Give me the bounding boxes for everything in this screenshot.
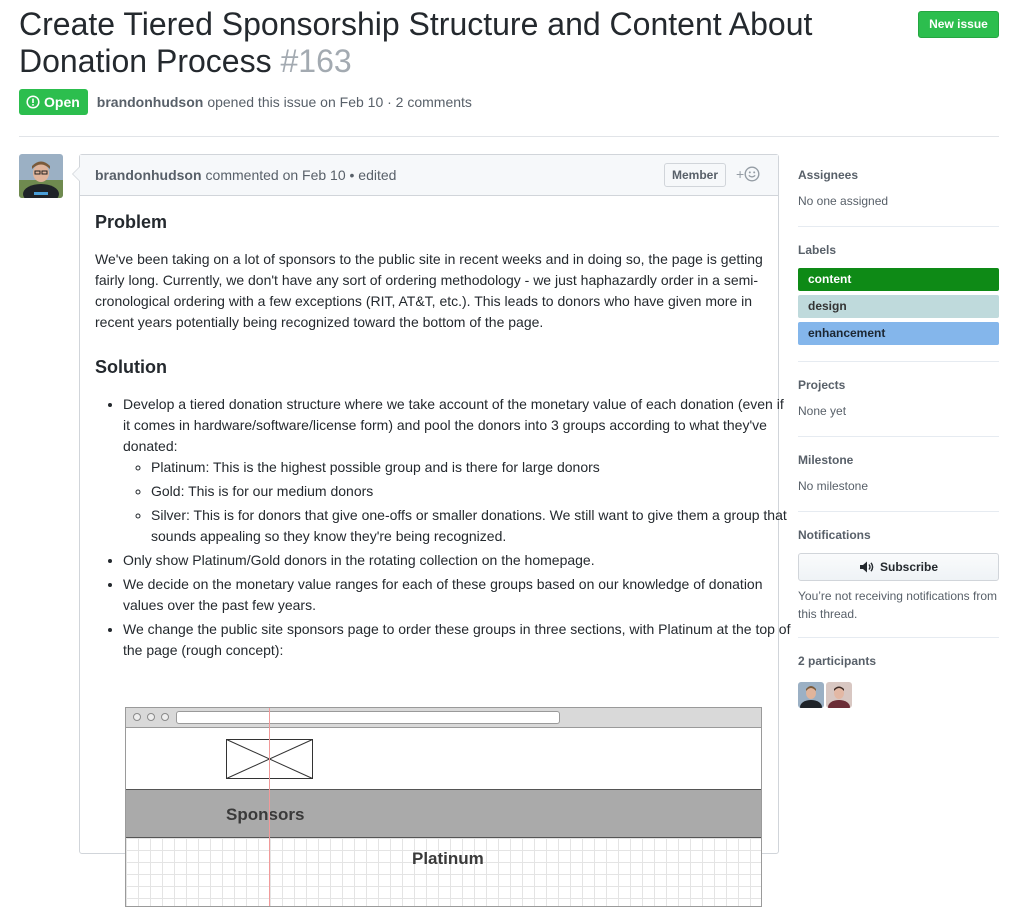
participants-section: 2 participants (798, 654, 999, 668)
reaction-plus: + (736, 166, 745, 182)
subscribe-button[interactable]: Subscribe (798, 553, 999, 581)
notifications-note: You’re not receiving notifications from … (798, 589, 997, 621)
smiley-icon (744, 166, 760, 182)
labels-section: Labels (798, 243, 999, 257)
label-content[interactable]: content (798, 268, 999, 291)
list-item: Develop a tiered donation structure wher… (123, 394, 793, 547)
solution-heading: Solution (95, 357, 167, 377)
milestone-heading[interactable]: Milestone (798, 453, 999, 467)
status-label: Open (44, 94, 80, 110)
comment-header: brandonhudson commented on Feb 10 • edit… (80, 155, 778, 196)
mockup-url-bar (176, 711, 560, 724)
avatar[interactable] (19, 154, 63, 198)
mockup-window-dot (133, 713, 141, 721)
issue-title-text: Create Tiered Sponsorship Structure and … (19, 6, 813, 79)
milestone-section[interactable]: Milestone No milestone (798, 453, 999, 493)
mockup-browser-bar (126, 708, 761, 728)
sidebar-divider (798, 361, 999, 362)
issue-opened-text: opened this issue on Feb 10 · 2 comments (207, 94, 472, 110)
mockup-sponsors-label: Sponsors (226, 805, 305, 824)
avatar[interactable] (826, 682, 852, 708)
list-item: Gold: This is for our medium donors (151, 481, 793, 502)
mockup-window-dot (161, 713, 169, 721)
issue-meta: Open brandonhudson opened this issue on … (19, 89, 472, 115)
projects-heading[interactable]: Projects (798, 378, 999, 392)
member-badge: Member (664, 163, 727, 187)
issue-number: #163 (280, 43, 352, 79)
label-enhancement[interactable]: enhancement (798, 322, 999, 345)
assignees-value: No one assigned (798, 194, 889, 208)
sidebar-divider (798, 436, 999, 437)
participants-heading: 2 participants (798, 654, 877, 668)
problem-paragraph: We've been taking on a lot of sponsors t… (95, 251, 763, 330)
sidebar-divider (798, 511, 999, 512)
notifications-heading: Notifications (798, 528, 871, 542)
labels-heading[interactable]: Labels (798, 243, 999, 257)
participants-avatars (798, 682, 854, 708)
sidebar-divider (798, 226, 999, 227)
comment-meta[interactable]: commented on Feb 10 • edited (206, 167, 397, 183)
mockup-window-dot (147, 713, 155, 721)
image-placeholder-icon (226, 739, 313, 779)
sidebar-divider (798, 637, 999, 638)
projects-section[interactable]: Projects None yet (798, 378, 999, 418)
mockup-sponsors-banner: Sponsors (126, 790, 761, 838)
issue-title: Create Tiered Sponsorship Structure and … (19, 6, 899, 80)
milestone-value: No milestone (798, 479, 869, 493)
assignees-section[interactable]: Assignees No one assigned (798, 168, 999, 208)
avatar[interactable] (798, 682, 824, 708)
mockup-platinum-section: Platinum (126, 838, 761, 906)
new-issue-button[interactable]: New issue (918, 11, 999, 38)
wireframe-mockup-image[interactable]: Sponsors Platinum (125, 707, 762, 907)
subscribe-label: Subscribe (879, 560, 939, 574)
list-item: Platinum: This is the highest possible g… (151, 457, 793, 478)
header-divider (19, 136, 999, 137)
issue-author-link[interactable]: brandonhudson (97, 94, 204, 110)
list-item: Only show Platinum/Gold donors in the ro… (123, 550, 793, 571)
speaker-icon (859, 561, 874, 573)
problem-heading: Problem (95, 212, 168, 232)
list-item: Silver: This is for donors that give one… (151, 505, 793, 547)
solution-list: Develop a tiered donation structure wher… (95, 394, 793, 664)
comment-box: brandonhudson commented on Feb 10 • edit… (72, 154, 790, 907)
label-design[interactable]: design (798, 295, 999, 318)
comment-author-link[interactable]: brandonhudson (95, 167, 202, 183)
assignees-heading[interactable]: Assignees (798, 168, 999, 182)
notifications-section: Notifications (798, 528, 999, 542)
mockup-guide-line (269, 708, 270, 906)
issue-opened-icon (26, 95, 40, 109)
add-reaction-button[interactable]: + (736, 166, 760, 182)
list-item-text: Develop a tiered donation structure wher… (123, 396, 784, 454)
mockup-platinum-label: Platinum (412, 849, 484, 868)
status-badge: Open (19, 89, 88, 115)
tier-list: Platinum: This is the highest possible g… (123, 457, 793, 547)
list-item: We decide on the monetary value ranges f… (123, 574, 793, 616)
list-item: We change the public site sponsors page … (123, 619, 793, 661)
mockup-hero (126, 728, 761, 790)
projects-value: None yet (798, 404, 847, 418)
